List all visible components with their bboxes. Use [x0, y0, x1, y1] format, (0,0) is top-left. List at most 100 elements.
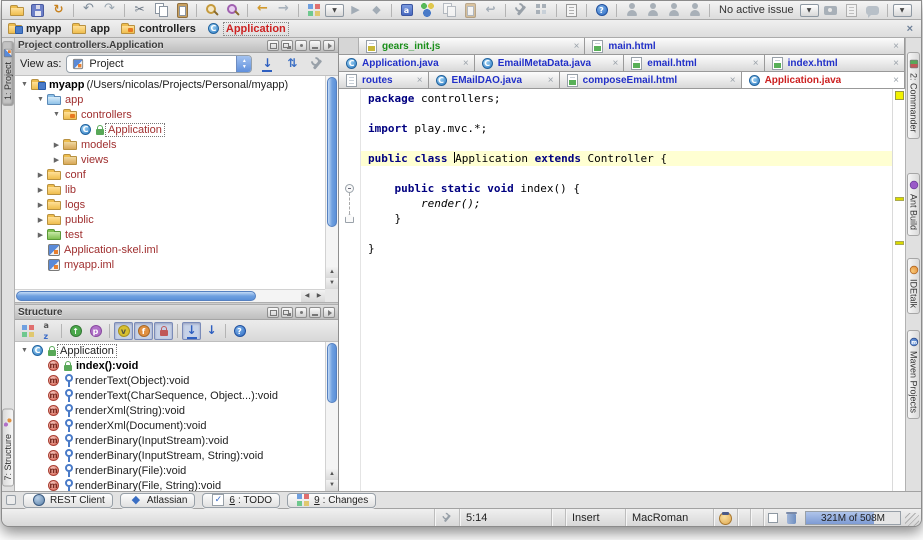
cut-button[interactable]: ✂	[129, 2, 150, 19]
user-group-button[interactable]	[642, 2, 663, 19]
toolwindow-toggle-icon[interactable]	[6, 495, 16, 505]
editor-tab[interactable]: email.html×	[624, 55, 764, 71]
show-inherited-toggle[interactable]: ↑	[66, 322, 85, 340]
toolwindow-button-ant-build[interactable]: Ant Build	[907, 173, 920, 236]
fold-collapse-icon[interactable]	[345, 184, 354, 193]
expander-icon[interactable]: ▼	[51, 111, 62, 118]
dock-button[interactable]	[281, 307, 293, 318]
breadcrumb-item[interactable]: myapp	[7, 21, 61, 36]
file-encoding-indicator[interactable]: MacRoman	[625, 509, 713, 527]
code-line[interactable]	[361, 106, 892, 121]
project-tree-item-row[interactable]: CApplication	[15, 122, 338, 137]
structure-item-row[interactable]: mrenderText(Object):void	[15, 373, 338, 388]
run-config-button[interactable]	[303, 2, 324, 19]
expander-icon[interactable]: ▶	[35, 171, 46, 179]
hide-button[interactable]	[323, 40, 335, 51]
show-properties-toggle[interactable]: p	[86, 322, 105, 340]
document-button[interactable]	[561, 2, 582, 19]
scroll-up-icon[interactable]: ▲	[326, 267, 338, 278]
vscroll-thumb[interactable]	[327, 77, 337, 227]
module-paste-button[interactable]	[459, 2, 480, 19]
new-module-button[interactable]	[417, 2, 438, 19]
find-button[interactable]	[201, 2, 222, 19]
sort-alphabetically-toggle[interactable]	[38, 322, 57, 340]
scroll-left-icon[interactable]: ◀	[301, 290, 313, 302]
editor-tab[interactable]: CEmailMetaData.java×	[475, 55, 625, 71]
export-jar-button[interactable]: a	[396, 2, 417, 19]
caret-position[interactable]: 5:14	[459, 509, 551, 527]
scroll-up-icon[interactable]: ▲	[326, 469, 338, 480]
project-tree-item-row[interactable]: ▶lib	[15, 182, 338, 197]
editor-tab[interactable]: CApplication.java×	[742, 72, 905, 88]
editor-tab[interactable]: main.html×	[585, 38, 905, 54]
editor[interactable]: package controllers;import play.mvc.*;pu…	[339, 89, 905, 491]
toolwindow-button--commander[interactable]: 2: Commander	[907, 52, 920, 139]
help-button[interactable]: ?	[591, 2, 612, 19]
tab-close-icon[interactable]: ×	[889, 75, 899, 86]
project-tree-item-row[interactable]: myapp.iml	[15, 257, 338, 272]
code-view[interactable]: package controllers;import play.mvc.*;pu…	[361, 89, 892, 491]
project-hscrollbar[interactable]: ◀ ▶	[15, 289, 325, 302]
settings-button[interactable]	[510, 2, 531, 19]
tab-close-icon[interactable]: ×	[889, 58, 899, 69]
tab-close-icon[interactable]: ×	[570, 41, 580, 52]
code-line[interactable]: package controllers;	[361, 91, 892, 106]
run-button[interactable]: ▶	[345, 2, 366, 19]
project-tree-item-row[interactable]: ▼myapp (/Users/nicolas/Projects/Personal…	[15, 77, 338, 92]
expander-icon[interactable]: ▼	[19, 347, 30, 354]
scroll-to-source-button[interactable]: ↓	[257, 55, 277, 74]
open-button[interactable]	[6, 2, 27, 19]
breadcrumb-item[interactable]: CApplication	[206, 21, 288, 36]
structure-item-row[interactable]: mrenderBinary(InputStream, String):void	[15, 448, 338, 463]
expander-icon[interactable]: ▼	[19, 81, 30, 88]
editor-tab[interactable]: CEMailDAO.java×	[429, 72, 560, 88]
view-as-combo[interactable]: Project ▲▼	[66, 55, 252, 73]
structure-vscrollbar[interactable]: ▲ ▼	[325, 342, 338, 491]
pin-button[interactable]	[295, 40, 307, 51]
comment-button[interactable]	[862, 2, 883, 19]
editor-tab[interactable]: index.html×	[765, 55, 905, 71]
paste-button[interactable]	[171, 2, 192, 19]
tab-close-icon[interactable]: ×	[413, 75, 423, 86]
redo-button[interactable]: ↷	[99, 2, 120, 19]
editor-tab[interactable]: composeEmail.html×	[560, 72, 742, 88]
toolwindow-button-rest-client[interactable]: REST Client	[23, 493, 113, 508]
project-tree-item-row[interactable]: ▶test	[15, 227, 338, 242]
editor-tab[interactable]: CApplication.java×	[339, 55, 475, 71]
structure-item-row[interactable]: mrenderXml(Document):void	[15, 418, 338, 433]
error-stripe[interactable]	[892, 89, 905, 491]
code-line[interactable]	[361, 136, 892, 151]
user-search-button[interactable]	[684, 2, 705, 19]
expander-icon[interactable]: ▼	[35, 96, 46, 103]
run-config-dropdown-button[interactable]: ▼	[324, 2, 345, 19]
pin-button[interactable]	[295, 307, 307, 318]
show-visibility-toggle[interactable]: v	[114, 322, 133, 340]
project-tree-item-row[interactable]: ▶public	[15, 212, 338, 227]
tab-close-icon[interactable]: ×	[749, 58, 759, 69]
sync-button[interactable]: ↻	[48, 2, 69, 19]
project-tree-item-row[interactable]: ▼app	[15, 92, 338, 107]
expander-icon[interactable]: ▶	[51, 141, 62, 149]
scroll-down-icon[interactable]: ▼	[326, 480, 338, 491]
collapse-all-button[interactable]: ⇅	[282, 55, 302, 74]
project-structure-button[interactable]	[531, 2, 552, 19]
show-non-public-toggle[interactable]	[154, 322, 173, 340]
code-line[interactable]: }	[361, 211, 892, 226]
autoscroll-to-source-toggle[interactable]: ↓	[182, 322, 201, 340]
user-add-button[interactable]	[621, 2, 642, 19]
minimize-button[interactable]	[309, 40, 321, 51]
overflow-dropdown-button[interactable]: ▼	[892, 2, 913, 19]
editor-tab[interactable]: routes×	[339, 72, 429, 88]
toolwindow-button-idetalk[interactable]: IDEtalk	[907, 258, 920, 314]
code-line[interactable]: public static void index() {	[361, 181, 892, 196]
toolwindow-button--project[interactable]: 1: Project	[2, 41, 14, 106]
tab-close-icon[interactable]: ×	[544, 75, 554, 86]
project-vscrollbar[interactable]: ▲ ▼	[325, 76, 338, 289]
scroll-down-icon[interactable]: ▼	[326, 278, 338, 289]
notes-button[interactable]	[841, 2, 862, 19]
expander-icon[interactable]: ▶	[35, 201, 46, 209]
float-button[interactable]	[267, 307, 279, 318]
expander-icon[interactable]: ▶	[35, 186, 46, 194]
tab-close-icon[interactable]: ×	[889, 41, 899, 52]
editor-gutter[interactable]	[339, 89, 361, 491]
